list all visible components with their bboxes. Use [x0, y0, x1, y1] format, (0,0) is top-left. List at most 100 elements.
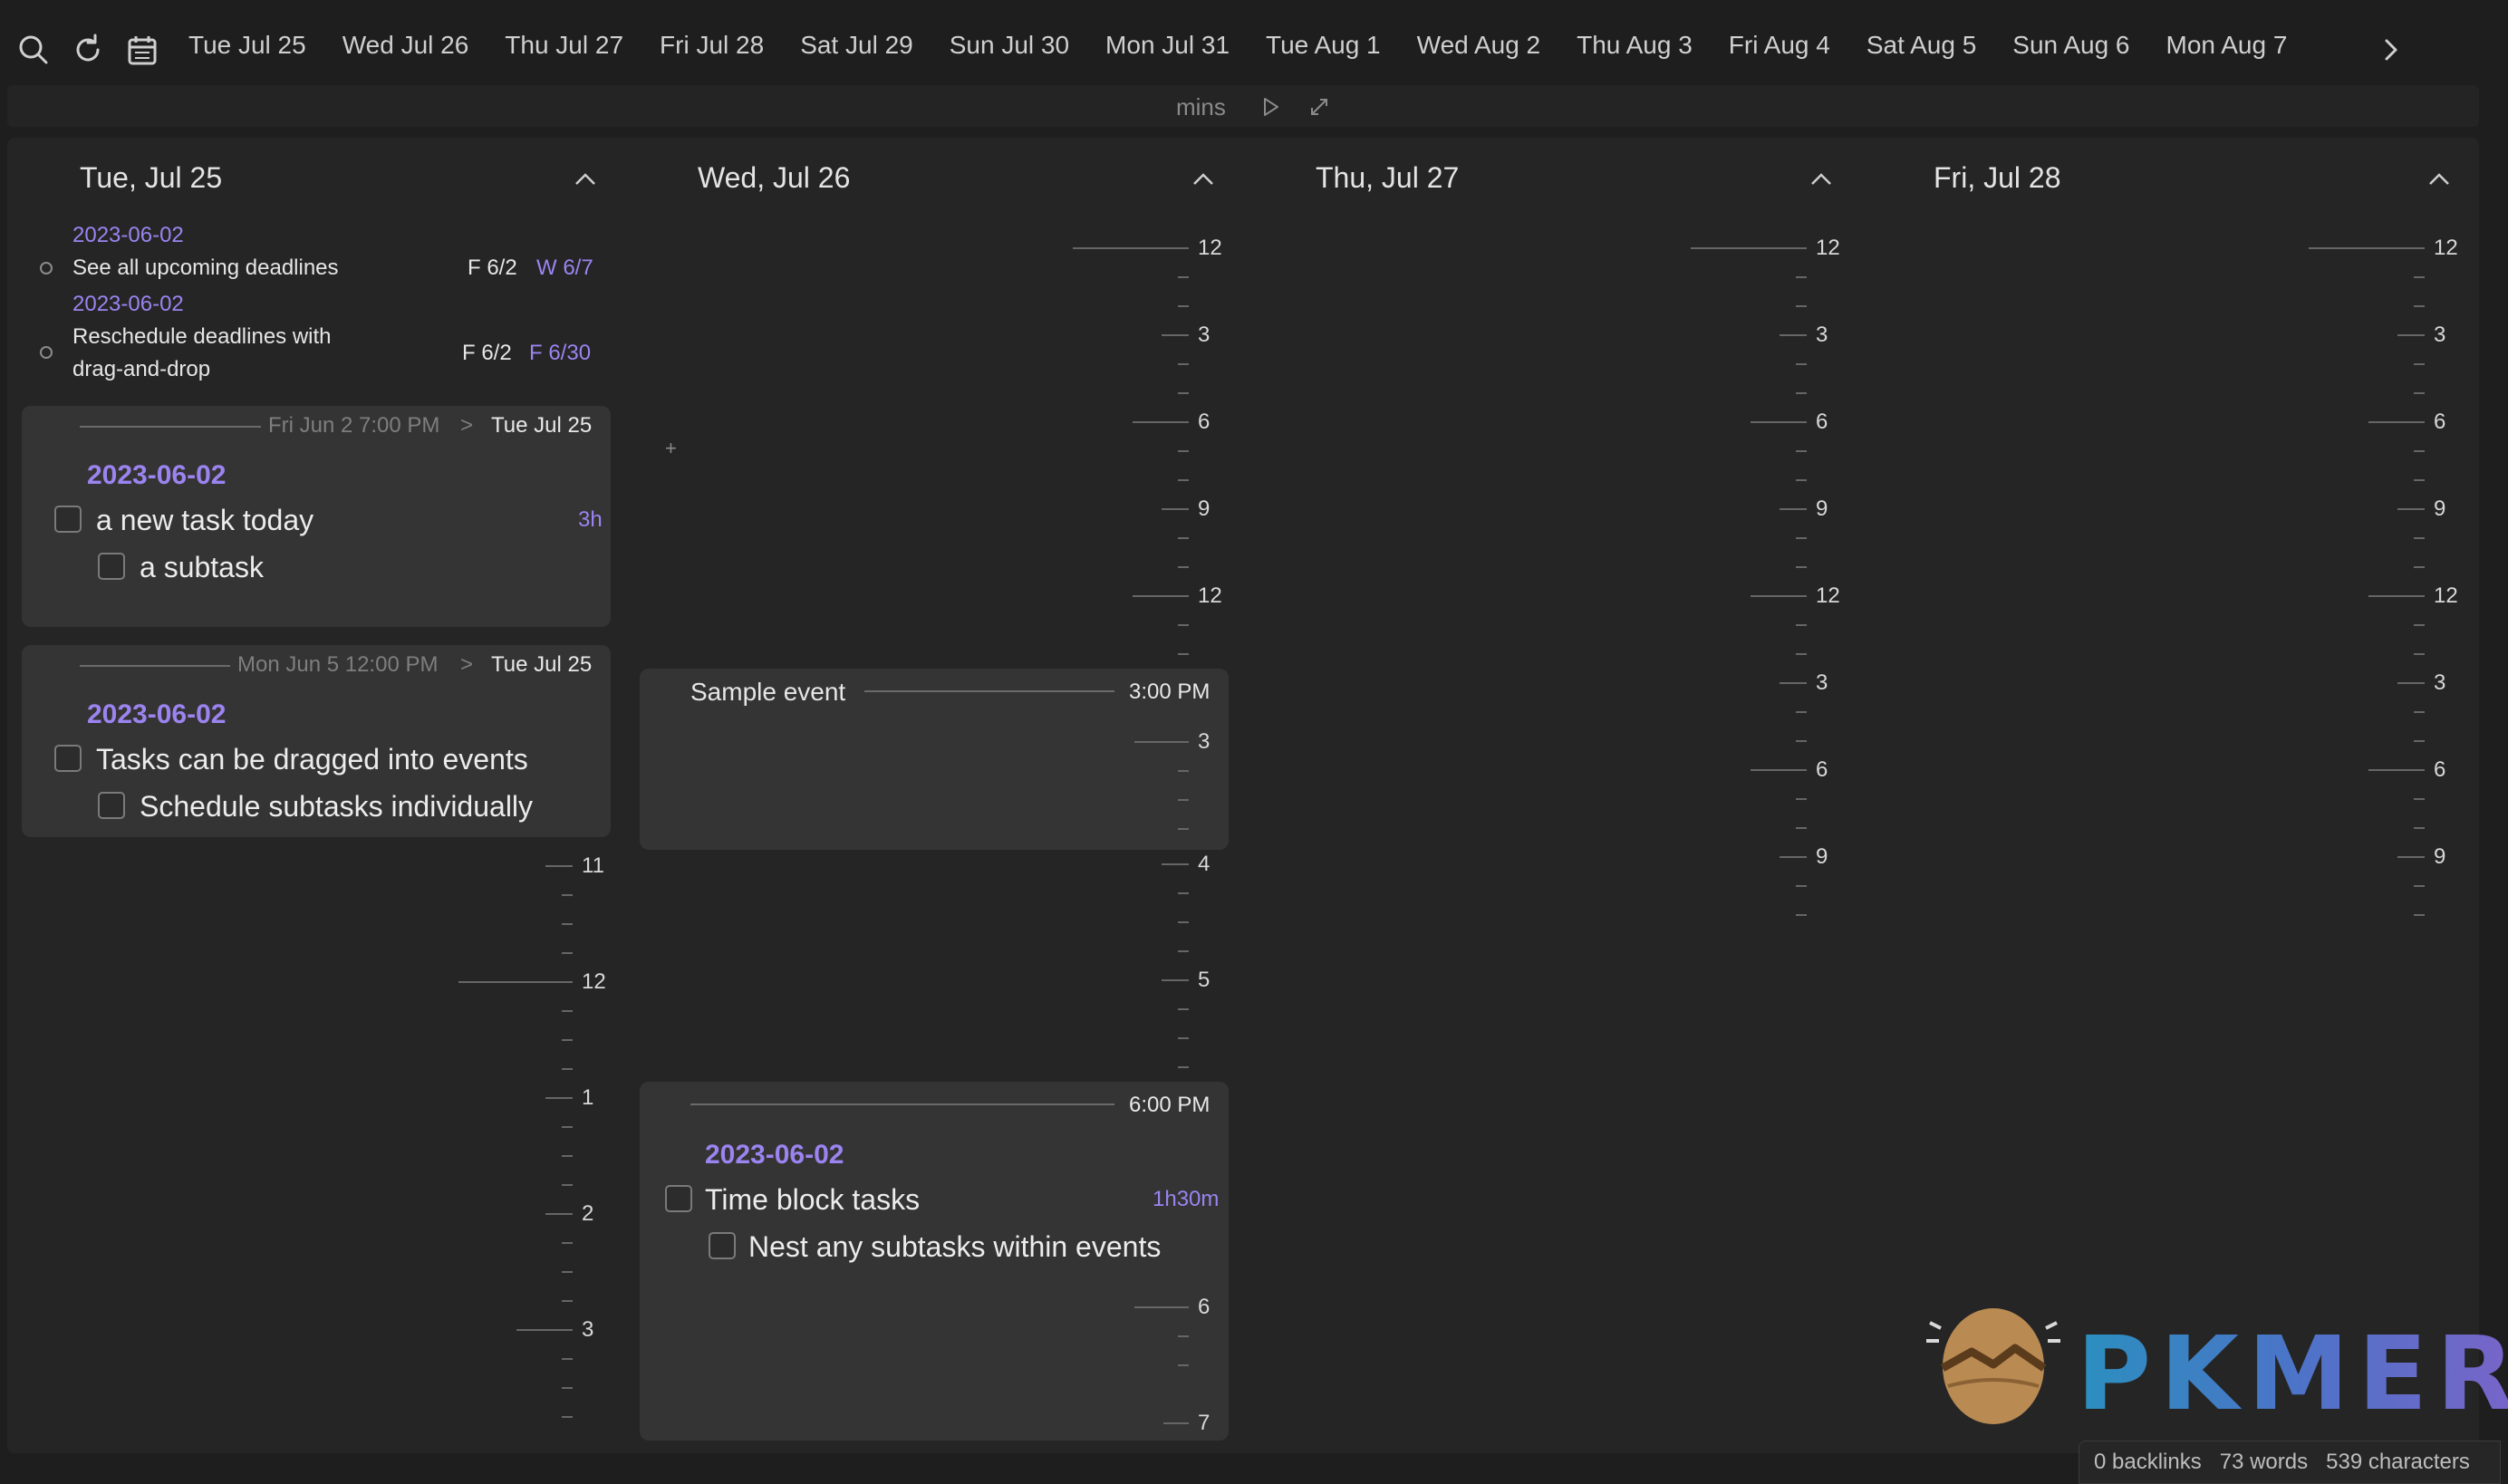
backlinks-count[interactable]: 0 backlinks	[2094, 1450, 2202, 1475]
hour-label: 12	[2434, 236, 2458, 260]
nav-date[interactable]: Fri Jul 28	[660, 31, 764, 60]
task-checkbox[interactable]	[54, 745, 82, 772]
day-column-tue: Tue, Jul 25 2023-06-02 See all upcoming …	[7, 138, 625, 1453]
play-icon[interactable]	[1259, 96, 1281, 118]
add-event-icon[interactable]: +	[665, 437, 677, 460]
hour-tick	[1073, 247, 1189, 249]
subtask-text[interactable]: Nest any subtasks within events	[748, 1230, 1161, 1264]
hour-label: 5	[1198, 968, 1211, 992]
event-card[interactable]: 6:00 PM 2023-06-02 Time block tasks 1h30…	[640, 1082, 1229, 1441]
nav-date[interactable]: Wed Aug 2	[1417, 31, 1540, 60]
minor-tick	[562, 1010, 573, 1012]
subtask-checkbox[interactable]	[98, 553, 125, 580]
nav-date[interactable]: Sun Aug 6	[2012, 31, 2129, 60]
status-bar: 0 backlinks 73 words 539 characters	[2079, 1441, 2501, 1484]
hour-tick	[1134, 741, 1189, 743]
day-title: Fri, Jul 28	[1934, 161, 2061, 194]
deadline-text-line1[interactable]: Reschedule deadlines with	[72, 321, 332, 353]
event-time: 3:00 PM	[1129, 679, 1211, 704]
deadline-to[interactable]: W 6/7	[536, 255, 593, 281]
event-title[interactable]: Sample event	[690, 678, 845, 707]
scheduled-task-card[interactable]: Fri Jun 2 7:00 PM > Tue Jul 25 2023-06-0…	[22, 406, 611, 627]
task-checkbox[interactable]	[54, 506, 82, 533]
chevron-right-icon[interactable]	[2374, 33, 2408, 67]
hour-label: 6	[2434, 757, 2446, 782]
minor-tick	[562, 1242, 573, 1244]
nav-date[interactable]: Mon Jul 31	[1105, 31, 1230, 60]
card-heading: 2023-06-02	[87, 699, 227, 729]
hour-label: 1	[582, 1085, 594, 1110]
day-column-thu: Thu, Jul 27 12 3 6 9 12 3 6 9	[1243, 138, 1861, 1453]
hour-label: 7	[1198, 1411, 1211, 1435]
nav-date[interactable]: Tue Jul 25	[188, 31, 306, 60]
nav-date[interactable]: Sun Jul 30	[950, 31, 1069, 60]
task-text[interactable]: Time block tasks	[705, 1183, 920, 1217]
hour-tick	[2397, 856, 2425, 858]
deadline-date: 2023-06-02	[72, 292, 184, 316]
event-time: 6:00 PM	[1129, 1093, 1211, 1117]
refresh-icon[interactable]	[71, 33, 105, 67]
minor-tick	[2414, 479, 2425, 481]
event-card[interactable]: Sample event 3:00 PM 3	[640, 669, 1229, 850]
minor-tick	[1796, 914, 1807, 916]
minor-tick	[1178, 537, 1189, 539]
hour-tick	[2397, 682, 2425, 684]
nav-date[interactable]: Thu Aug 3	[1577, 31, 1693, 60]
minor-tick	[2414, 914, 2425, 916]
subtask-text[interactable]: a subtask	[140, 551, 264, 584]
expand-icon[interactable]	[1308, 96, 1330, 118]
nav-date[interactable]: Fri Aug 4	[1729, 31, 1830, 60]
hour-label: 3	[2434, 670, 2446, 695]
minor-tick	[1796, 827, 1807, 829]
subtask-text[interactable]: Schedule subtasks individually	[140, 790, 533, 824]
hour-tick	[545, 1097, 573, 1099]
deadline-circle-icon[interactable]	[40, 262, 53, 275]
timeline-controls: mins	[7, 85, 2479, 127]
nav-date[interactable]: Thu Jul 27	[505, 31, 623, 60]
minor-tick	[562, 1039, 573, 1041]
card-heading: 2023-06-02	[87, 460, 227, 490]
hour-tick	[545, 1213, 573, 1215]
minor-tick	[1178, 799, 1189, 801]
task-text[interactable]: Tasks can be dragged into events	[96, 743, 528, 776]
deadline-text-line2[interactable]: drag-and-drop	[72, 353, 210, 386]
subtask-checkbox[interactable]	[98, 792, 125, 819]
hour-label: 6	[1198, 1295, 1211, 1319]
minor-tick	[1178, 624, 1189, 626]
task-text[interactable]: a new task today	[96, 504, 314, 537]
chevron-up-icon[interactable]	[573, 170, 598, 188]
nav-date[interactable]: Mon Aug 7	[2166, 31, 2288, 60]
deadline-circle-icon[interactable]	[40, 346, 53, 359]
minor-tick	[2414, 537, 2425, 539]
hour-label: 3	[1816, 323, 1828, 347]
nav-date[interactable]: Wed Jul 26	[342, 31, 469, 60]
word-count: 73 words	[2219, 1450, 2309, 1474]
task-checkbox[interactable]	[665, 1185, 692, 1212]
deadline-from: F 6/2	[462, 341, 512, 365]
minor-tick	[562, 1387, 573, 1389]
zoom-unit-label[interactable]: mins	[1176, 93, 1226, 121]
scheduled-task-card[interactable]: Mon Jun 5 12:00 PM > Tue Jul 25 2023-06-…	[22, 645, 611, 837]
hour-label: 3	[2434, 323, 2446, 347]
chevron-up-icon[interactable]	[2426, 170, 2452, 188]
hour-tick	[1162, 508, 1189, 510]
minor-tick	[2414, 566, 2425, 568]
deadline-to[interactable]: F 6/30	[529, 341, 591, 366]
nav-date[interactable]: Sat Aug 5	[1867, 31, 1976, 60]
chevron-up-icon[interactable]	[1191, 170, 1216, 188]
subtask-checkbox[interactable]	[709, 1232, 736, 1259]
deadline-text[interactable]: See all upcoming deadlines	[72, 252, 339, 284]
deadline-from: F 6/2	[468, 255, 517, 280]
minor-tick	[562, 1358, 573, 1360]
calendar-icon[interactable]	[125, 33, 159, 67]
search-icon[interactable]	[16, 33, 51, 67]
card-divider	[80, 665, 230, 667]
nav-date[interactable]: Sat Jul 29	[800, 31, 913, 60]
minor-tick	[1178, 1066, 1189, 1068]
date-navigation: Tue Jul 25 Wed Jul 26 Thu Jul 27 Fri Jul…	[188, 31, 2323, 60]
nav-date[interactable]: Tue Aug 1	[1266, 31, 1381, 60]
hour-label: 12	[1816, 583, 1840, 608]
card-arrow: >	[460, 413, 474, 438]
chevron-up-icon[interactable]	[1809, 170, 1834, 188]
hour-tick	[2368, 769, 2425, 771]
